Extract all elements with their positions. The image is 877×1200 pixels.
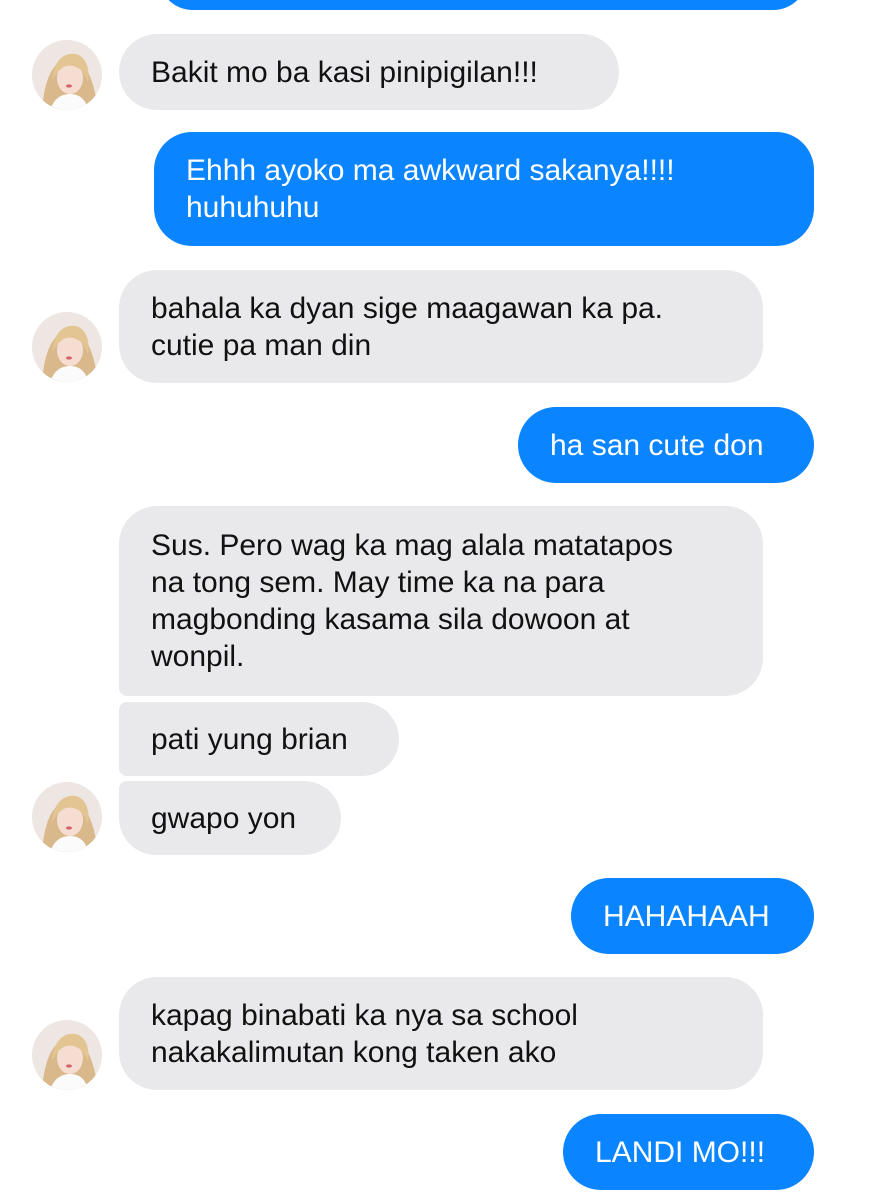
message-bubble-outgoing[interactable]: ha san cute don: [518, 407, 814, 483]
message-text: pati yung brian: [151, 722, 348, 756]
message-text: gwapo yon: [151, 801, 297, 835]
chat-thread[interactable]: Bakit mo ba kasi pinipigilan!!! Ehhh ayo…: [0, 0, 877, 1200]
message-text: Bakit mo ba kasi pinipigilan!!!: [151, 55, 538, 89]
message-bubble-incoming[interactable]: gwapo yon: [119, 781, 341, 855]
message-bubble-outgoing[interactable]: HAHAHAAH: [571, 878, 814, 954]
message-text: Sus. Pero wag ka mag alala matatapos na …: [151, 529, 673, 673]
avatar-photo-icon: [32, 782, 102, 852]
message-text: Ehhh ayoko ma awkward sakanya!!!! huhuhu…: [186, 154, 675, 224]
message-bubble-incoming[interactable]: pati yung brian: [119, 702, 399, 776]
avatar-photo-icon: [32, 40, 102, 110]
message-bubble-incoming[interactable]: bahala ka dyan sige maagawan ka pa. cuti…: [119, 270, 763, 383]
message-bubble-incoming[interactable]: Bakit mo ba kasi pinipigilan!!!: [119, 34, 619, 110]
message-text: ha san cute don: [550, 428, 764, 462]
message-bubble-outgoing-partial[interactable]: [158, 0, 808, 10]
message-text: bahala ka dyan sige maagawan ka pa. cuti…: [151, 291, 664, 362]
contact-avatar[interactable]: [32, 312, 102, 382]
contact-avatar[interactable]: [32, 782, 102, 852]
contact-avatar[interactable]: [32, 40, 102, 110]
avatar-photo-icon: [32, 312, 102, 382]
message-text: HAHAHAAH: [603, 899, 770, 933]
message-bubble-incoming[interactable]: Sus. Pero wag ka mag alala matatapos na …: [119, 506, 763, 696]
message-bubble-outgoing[interactable]: LANDI MO!!!: [563, 1114, 814, 1190]
contact-avatar[interactable]: [32, 1020, 102, 1090]
message-text: LANDI MO!!!: [595, 1135, 766, 1169]
avatar-photo-icon: [32, 1020, 102, 1090]
message-bubble-incoming[interactable]: kapag binabati ka nya sa school nakakali…: [119, 977, 763, 1090]
message-text: kapag binabati ka nya sa school nakakali…: [151, 998, 578, 1069]
message-bubble-outgoing[interactable]: Ehhh ayoko ma awkward sakanya!!!! huhuhu…: [154, 132, 814, 246]
